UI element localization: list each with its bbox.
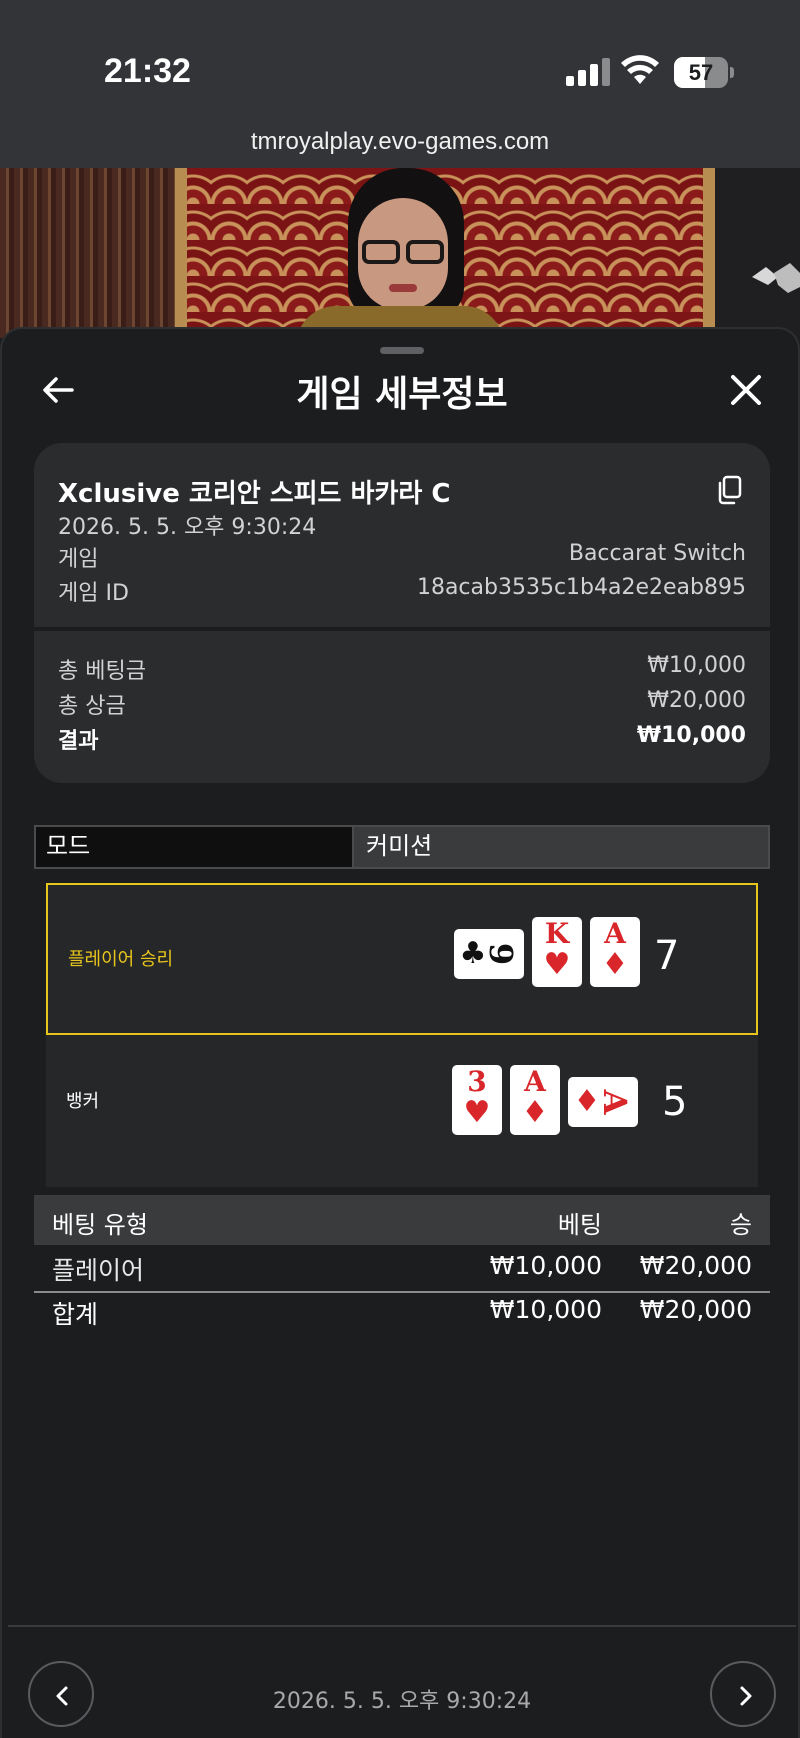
status-time: 21:32 [104, 52, 191, 90]
card-suit-icon: ♦ [601, 947, 629, 982]
player-card-1: 9 ♣ [454, 929, 524, 979]
card-rank: A [604, 917, 626, 950]
commission-label: 커미션 [354, 827, 768, 867]
table-row: 플레이어 ₩10,000 ₩20,000 [34, 1247, 770, 1285]
total-type-cell: 합계 [52, 1300, 99, 1329]
bet-type-cell: 플레이어 [52, 1256, 145, 1285]
result-value: ₩10,000 [636, 723, 746, 748]
card-suit-icon: ♦ [573, 1084, 601, 1119]
mode-label: 모드 [36, 827, 354, 867]
result-label: 결과 [58, 729, 99, 754]
game-id-value: 18acab3535c1b4a2e2eab895 [416, 575, 746, 600]
total-bet-label: 총 베팅금 [58, 659, 146, 684]
copy-icon[interactable] [716, 475, 742, 505]
game-label: 게임 [58, 547, 99, 572]
player-hand: 플레이어 승리 9 ♣ K ♥ A ♦ 7 [46, 883, 758, 1035]
battery-percent: 57 [688, 60, 714, 85]
card-suit-icon: ♦ [521, 1095, 549, 1130]
browser-address-bar[interactable]: tmroyalplay.evo-games.com [0, 120, 800, 168]
card-suit-icon: ♥ [463, 1095, 491, 1130]
bet-type-header: 베팅 유형 [52, 1211, 148, 1239]
bet-header: 베팅 [557, 1211, 602, 1239]
player-score: 7 [654, 933, 680, 979]
banker-score: 5 [662, 1079, 688, 1125]
game-value: Baccarat Switch [568, 541, 746, 566]
card-suit-icon: ♥ [543, 947, 571, 982]
studio-logo-icon [752, 263, 800, 293]
bets-table-header: 베팅 유형 베팅 승 [34, 1195, 770, 1245]
bet-cell: ₩10,000 [489, 1251, 602, 1280]
url-text[interactable]: tmroyalplay.evo-games.com [0, 128, 800, 156]
battery-icon: 57 [674, 57, 734, 88]
win-header: 승 [729, 1211, 752, 1239]
sheet-grabber[interactable] [380, 347, 424, 354]
win-cell: ₩20,000 [639, 1251, 752, 1280]
footer-divider [8, 1625, 796, 1627]
banker-hand-label: 뱅커 [66, 1091, 100, 1112]
close-icon[interactable] [728, 372, 764, 408]
footer-datetime: 2026. 5. 5. 오후 9:30:24 [272, 1689, 532, 1714]
banker-card-1: 3 ♥ [452, 1065, 502, 1135]
total-win-value: ₩20,000 [647, 688, 746, 713]
banker-hand: 뱅커 3 ♥ A ♦ A ♦ 5 [46, 1035, 758, 1187]
banker-card-2: A ♦ [510, 1065, 560, 1135]
player-card-3: A ♦ [590, 917, 640, 987]
wifi-icon [621, 55, 659, 84]
chevron-right-icon [740, 1686, 752, 1706]
next-game-button[interactable] [710, 1661, 776, 1727]
game-info-card: Xclusive 코리안 스피드 바카라 C 2026. 5. 5. 오후 9:… [34, 443, 770, 783]
total-bet-cell: ₩10,000 [489, 1295, 602, 1324]
card-rank: A [524, 1065, 546, 1098]
card-rank: K [544, 917, 570, 950]
mode-row: 모드 커미션 [34, 825, 770, 869]
table-total-row: 합계 ₩10,000 ₩20,000 [34, 1291, 770, 1329]
game-id-label: 게임 ID [58, 581, 129, 606]
card-divider [34, 627, 770, 631]
game-datetime: 2026. 5. 5. 오후 9:30:24 [58, 515, 317, 540]
banker-card-3: A ♦ [568, 1077, 638, 1127]
player-hand-label: 플레이어 승리 [68, 949, 174, 970]
card-suit-icon: ♣ [459, 936, 487, 971]
player-card-2: K ♥ [532, 917, 582, 987]
live-dealer-video [0, 168, 800, 338]
card-rank: 3 [467, 1065, 487, 1098]
total-win-label: 총 상금 [58, 694, 126, 719]
game-details-sheet: 게임 세부정보 Xclusive 코리안 스피드 바카라 C 2026. 5. … [0, 327, 800, 1738]
status-bar: 21:32 57 [0, 0, 800, 120]
total-win-cell: ₩20,000 [639, 1295, 752, 1324]
cellular-signal-icon [566, 58, 610, 86]
sheet-title: 게임 세부정보 [296, 374, 508, 415]
table-name: Xclusive 코리안 스피드 바카라 C [58, 479, 451, 509]
total-bet-value: ₩10,000 [647, 653, 746, 678]
